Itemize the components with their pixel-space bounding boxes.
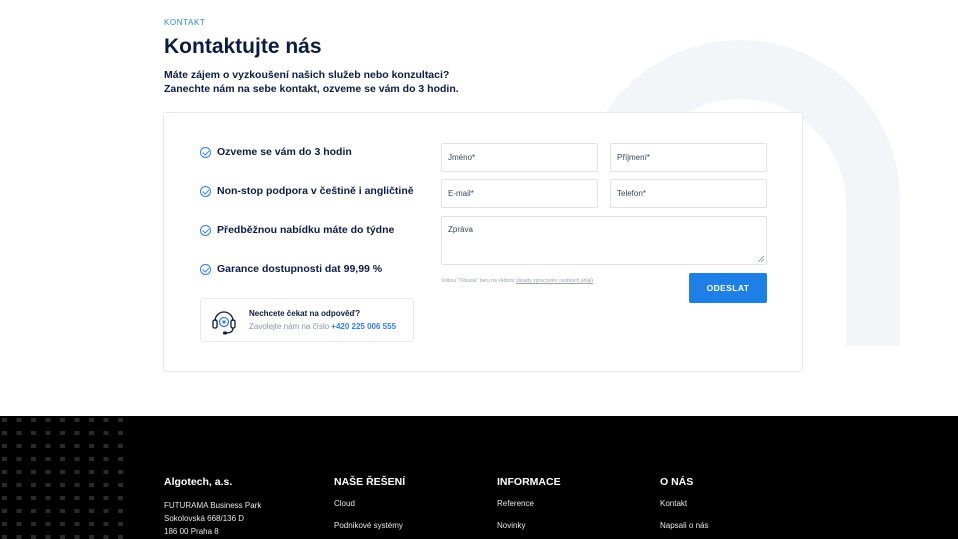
message-textarea[interactable]	[442, 217, 766, 264]
benefit-item: Předběžnou nabídku máte do týdne	[200, 224, 394, 236]
benefit-item: Ozveme se vám do 3 hodin	[200, 146, 352, 158]
benefit-text: Garance dostupnosti dat 99,99 %	[217, 263, 383, 275]
section-label: KONTAKT	[164, 18, 206, 27]
intro-line-1: Máte zájem o vyzkoušení našich služeb ne…	[164, 69, 450, 81]
callbox-prefix: Zavolejte nám na číslo	[249, 322, 330, 331]
benefit-text: Non-stop podpora v češtině i angličtině	[217, 185, 414, 197]
name-input[interactable]	[442, 144, 597, 171]
check-circle-icon	[200, 146, 211, 158]
company-name: Algotech, a.s.	[164, 476, 233, 488]
footer-info-column: INFORMACE Reference Novinky	[497, 476, 561, 530]
footer-heading: O NÁS	[660, 476, 694, 488]
address-line: FUTURAMA Business Park	[164, 501, 262, 510]
footer-about-column: O NÁS Kontakt Napsali o nás	[660, 476, 708, 530]
name-field-wrapper	[441, 143, 598, 172]
benefit-text: Předběžnou nabídku máte do týdne	[217, 224, 395, 236]
surname-field-wrapper	[610, 143, 767, 172]
benefit-item: Garance dostupnosti dat 99,99 %	[200, 263, 382, 275]
resize-grip-icon[interactable]	[758, 256, 764, 262]
email-field-wrapper	[441, 179, 598, 208]
phone-input[interactable]	[611, 180, 766, 207]
footer-heading: INFORMACE	[497, 476, 561, 488]
footer-link-press[interactable]: Napsali o nás	[660, 521, 708, 530]
surname-input[interactable]	[611, 144, 766, 171]
address-line: Sokolovská 668/136 D	[164, 514, 245, 523]
phone-link[interactable]: +420 225 006 555	[331, 322, 396, 331]
decorative-dot-grid	[0, 416, 132, 539]
benefit-text: Ozveme se vám do 3 hodin	[217, 146, 352, 158]
page-title: Kontaktujte nás	[164, 35, 322, 58]
intro-line-2: Zanechte nám na sebe kontakt, ozveme se …	[164, 82, 459, 95]
company-address: FUTURAMA Business Park Sokolovská 668/13…	[164, 499, 261, 538]
footer-company-column: Algotech, a.s. FUTURAMA Business Park So…	[164, 476, 261, 538]
contact-page: KONTAKT Kontaktujte nás Máte zájem o vyz…	[0, 0, 958, 539]
footer-link-contact[interactable]: Kontakt	[660, 499, 708, 508]
contact-card: Ozveme se vám do 3 hodin Non-stop podpor…	[163, 112, 803, 372]
footer-solutions-column: NAŠE ŘEŠENÍ Cloud Podnikové systémy	[334, 476, 405, 530]
privacy-policy-link[interactable]: zásady zpracování osobních údajů	[516, 278, 593, 284]
message-field-wrapper	[441, 216, 767, 265]
footer-link-business-systems[interactable]: Podnikové systémy	[334, 521, 405, 530]
headset-icon	[212, 311, 236, 335]
callbox-question: Nechcete čekat na odpověď?	[249, 309, 361, 318]
email-input[interactable]	[442, 180, 597, 207]
callbox-line: Zavolejte nám na číslo +420 225 006 555	[249, 322, 396, 331]
footer-link-cloud[interactable]: Cloud	[334, 499, 405, 508]
consent-text: Volbou "Odeslat" beru na vědomí	[441, 278, 515, 284]
check-circle-icon	[200, 263, 211, 275]
footer-link-news[interactable]: Novinky	[497, 521, 561, 530]
phone-field-wrapper	[610, 179, 767, 208]
check-circle-icon	[200, 185, 211, 197]
benefit-item: Non-stop podpora v češtině i angličtině	[200, 185, 414, 197]
footer-link-references[interactable]: Reference	[497, 499, 561, 508]
consent-note: Volbou "Odeslat" beru na vědomí zásady z…	[441, 278, 593, 284]
footer-heading: NAŠE ŘEŠENÍ	[334, 476, 406, 488]
call-us-box: Nechcete čekat na odpověď? Zavolejte nám…	[200, 298, 414, 342]
check-circle-icon	[200, 224, 211, 236]
submit-button[interactable]: ODESLAT	[689, 273, 767, 303]
intro-text: Máte zájem o vyzkoušení našich služeb ne…	[164, 69, 459, 96]
footer: Algotech, a.s. FUTURAMA Business Park So…	[0, 416, 958, 539]
address-line: 186 00 Praha 8	[164, 527, 219, 536]
